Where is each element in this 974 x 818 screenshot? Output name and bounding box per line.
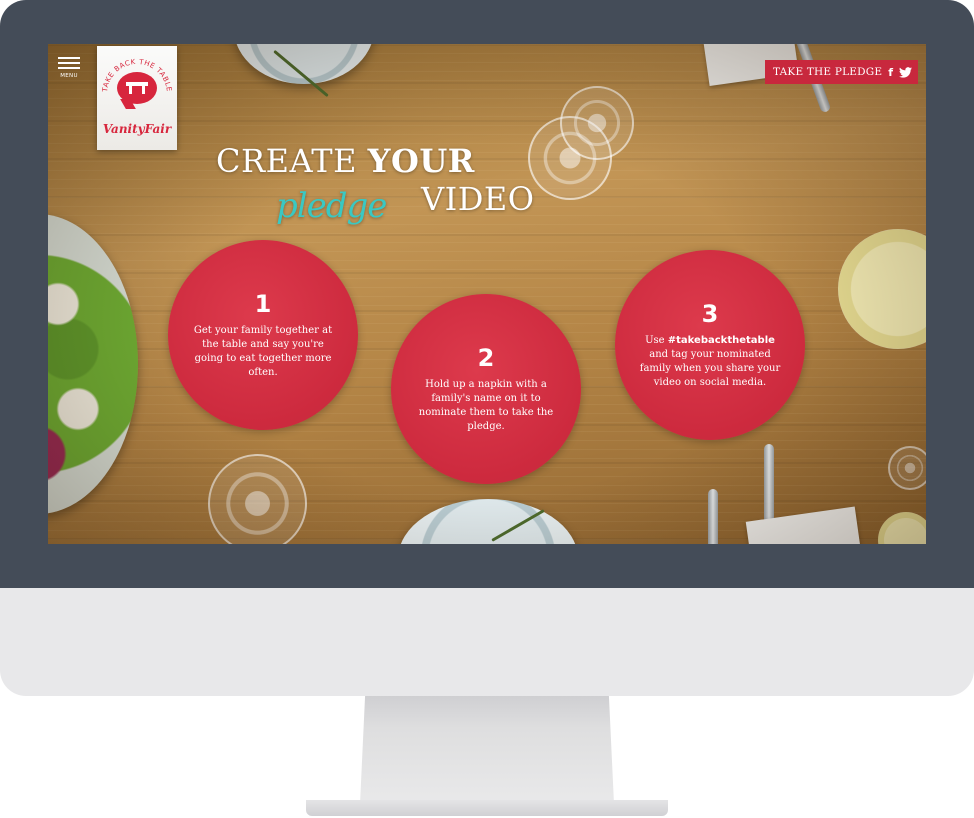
page-title: CREATE YOUR pledge VIDEO [216, 142, 534, 226]
facebook-icon[interactable]: f [888, 66, 893, 79]
step-number: 2 [477, 344, 495, 372]
screen: MENU TAKE BACK THE TABLE VanityFair TAKE… [48, 44, 926, 544]
title-line-2: pledge VIDEO [216, 180, 534, 226]
table-icon [126, 82, 148, 94]
step-number: 1 [254, 290, 272, 318]
step-2-circle: 2 Hold up a napkin with a family's name … [391, 294, 581, 484]
step-3-circle: 3 Use #takebackthetable and tag your nom… [615, 250, 805, 440]
title-line-1: CREATE YOUR [216, 142, 475, 180]
title-create: CREATE [216, 142, 357, 180]
title-script-pledge: pledge [276, 186, 387, 226]
step-description: Get your family together at the table an… [193, 325, 333, 378]
hamburger-icon-bar [58, 67, 80, 69]
menu-button[interactable]: MENU [58, 54, 80, 84]
step-number: 3 [701, 300, 719, 328]
title-video: VIDEO [421, 180, 535, 218]
title-your: YOUR [367, 142, 475, 180]
hamburger-icon-bar [58, 62, 80, 64]
monitor-stand [360, 696, 614, 804]
take-the-pledge-button[interactable]: TAKE THE PLEDGE f [765, 60, 918, 84]
twitter-icon[interactable] [899, 66, 912, 78]
take-the-pledge-label: TAKE THE PLEDGE [773, 66, 883, 78]
step-text-before: Use [645, 335, 665, 346]
menu-label: MENU [60, 73, 78, 79]
step-description: Hold up a napkin with a family's name on… [418, 379, 554, 432]
hashtag: #takebackthetable [667, 335, 775, 346]
logo[interactable]: TAKE BACK THE TABLE VanityFair [97, 46, 177, 150]
step-text-after: and tag your nominated family when you s… [639, 349, 781, 388]
step-description: Use #takebackthetable and tag your nomin… [640, 334, 781, 390]
logo-brand: VanityFair [102, 122, 172, 136]
step-1-circle: 1 Get your family together at the table … [168, 240, 358, 430]
monitor-stand-base [306, 800, 668, 816]
monitor-chin [0, 588, 974, 696]
hamburger-icon [58, 57, 80, 59]
